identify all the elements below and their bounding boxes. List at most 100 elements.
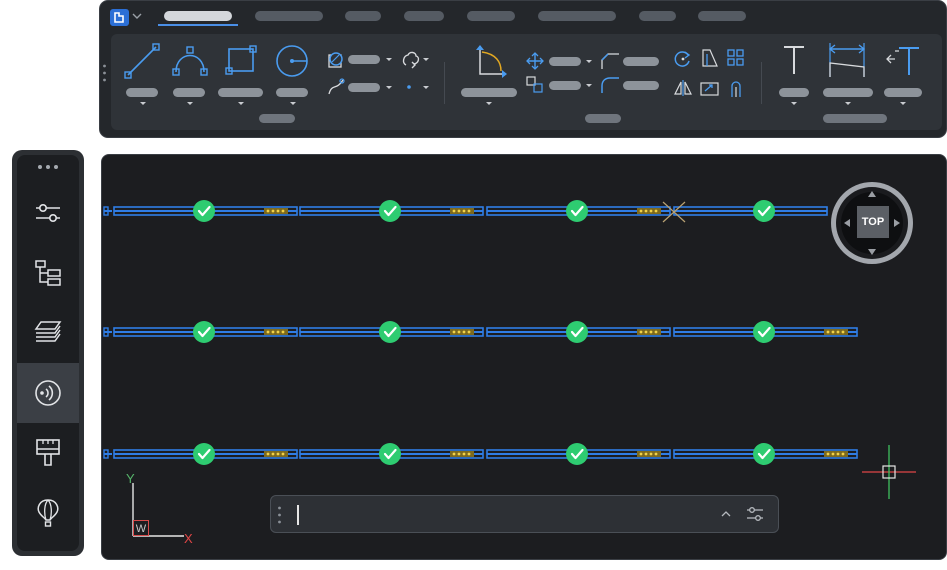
ribbon [99, 0, 947, 138]
drawing-canvas[interactable]: TOP W X Y [101, 154, 947, 560]
app-logo-icon[interactable] [110, 9, 129, 26]
text-tool-dropdown-icon[interactable] [790, 101, 798, 107]
text-style-tool-icon[interactable] [885, 43, 921, 77]
beam-tag-dot [276, 452, 280, 456]
rectangle-tool-dropdown-icon[interactable] [237, 101, 245, 107]
hatch-tool-label [348, 55, 380, 64]
point-tool-icon[interactable] [403, 81, 415, 93]
beam-tag-dot [271, 452, 275, 456]
move-tool-dropdown-icon[interactable] [485, 101, 493, 107]
text-style-dropdown-icon[interactable] [899, 101, 907, 107]
app-menu-chevron-icon[interactable] [131, 10, 143, 22]
check-status-icon [379, 200, 401, 222]
beam-tag-dot [266, 330, 270, 334]
beam-tag-dot [452, 209, 456, 213]
stretch-tool-icon[interactable] [700, 79, 720, 97]
beam-tag-dot [654, 209, 658, 213]
crosshair-cursor [862, 445, 916, 499]
line-tool-dropdown-icon[interactable] [139, 101, 147, 107]
beam-tag-dot [649, 209, 653, 213]
ribbon-tab-8[interactable] [698, 11, 746, 21]
beam-tag-dot [281, 330, 285, 334]
dimension-tool-icon[interactable] [826, 41, 868, 79]
scale-tool-icon[interactable] [700, 48, 720, 68]
spline-tool-dropdown-icon[interactable] [385, 85, 393, 91]
dimension-tool-label [823, 88, 873, 97]
arc-tool-icon[interactable] [171, 42, 209, 80]
arc-tool-dropdown-icon[interactable] [186, 101, 194, 107]
command-line-grip-icon[interactable] [277, 505, 282, 525]
toolbar-more-icon[interactable] [36, 163, 60, 171]
ribbon-grip-icon[interactable] [102, 63, 107, 83]
beam-tag-dot [826, 452, 830, 456]
sidebar-item-structure[interactable] [17, 243, 79, 303]
command-history-chevron-icon[interactable] [720, 508, 732, 520]
circle-tool-dropdown-icon[interactable] [289, 101, 297, 107]
offset-tool-icon[interactable] [727, 78, 745, 98]
revision-cloud-icon[interactable] [400, 49, 422, 71]
hatch-tool-icon[interactable] [326, 50, 346, 70]
ucs-icon: W X Y [122, 469, 202, 549]
spline-tool-icon[interactable] [326, 77, 346, 97]
rotate-tool-icon[interactable] [673, 49, 693, 69]
sidebar-item-paint[interactable] [17, 423, 79, 483]
sidebar-item-balloon[interactable] [17, 483, 79, 543]
rectangle-tool-icon[interactable] [223, 43, 259, 79]
balloon-icon [37, 499, 59, 527]
check-status-icon [379, 321, 401, 343]
check-status-icon [379, 443, 401, 465]
text-tool-icon[interactable] [779, 42, 809, 78]
beam-tag-dot [281, 209, 285, 213]
fillet-tool-icon[interactable] [600, 52, 620, 70]
beam-tag-dot [649, 452, 653, 456]
check-status-icon [193, 443, 215, 465]
ribbon-tab-5[interactable] [467, 11, 515, 21]
command-settings-icon[interactable] [746, 506, 764, 522]
beam-tag-dot [836, 452, 840, 456]
viewcube[interactable]: TOP [827, 178, 917, 268]
annotation-group-label [823, 114, 887, 123]
paint-brush-icon [36, 439, 60, 466]
move-arrows-icon[interactable] [526, 52, 544, 70]
beam-tag-dot [841, 452, 845, 456]
hatch-tool-dropdown-icon[interactable] [385, 57, 393, 63]
ribbon-tab-6[interactable] [538, 11, 616, 21]
mirror-tool-icon[interactable] [673, 78, 693, 98]
line-tool-icon[interactable] [123, 42, 161, 80]
copy-dropdown-icon[interactable] [585, 83, 593, 89]
array-tool-icon[interactable] [727, 49, 745, 67]
dimension-tool-dropdown-icon[interactable] [844, 101, 852, 107]
move-tool-icon[interactable] [468, 42, 508, 82]
sidebar-item-properties[interactable] [17, 183, 79, 243]
bimify-icon [35, 380, 61, 406]
chamfer-tool-icon[interactable] [600, 76, 620, 94]
point-tool-dropdown-icon[interactable] [422, 85, 430, 91]
beam-tag-dot [271, 209, 275, 213]
revision-cloud-dropdown-icon[interactable] [422, 57, 430, 63]
copy-tool-icon[interactable] [526, 76, 544, 94]
ribbon-tab-4[interactable] [404, 11, 444, 21]
chamfer-label [623, 81, 659, 90]
check-status-icon [566, 200, 588, 222]
move-dropdown-icon[interactable] [585, 59, 593, 65]
ribbon-tab-7[interactable] [639, 11, 676, 21]
sidebar-item-bimify[interactable] [17, 363, 79, 423]
check-status-icon [753, 443, 775, 465]
beam-tag-dot [654, 330, 658, 334]
beam-tag-dot [462, 330, 466, 334]
ribbon-tab-home[interactable] [164, 11, 232, 21]
line-tool-label [126, 88, 158, 97]
ribbon-tab-3[interactable] [345, 11, 381, 21]
beam-tag-dot [467, 330, 471, 334]
beam-tag-dot [831, 330, 835, 334]
beam-tag-dot [654, 452, 658, 456]
viewcube-top-face[interactable]: TOP [857, 206, 889, 238]
circle-tool-icon[interactable] [273, 42, 311, 80]
sidebar-item-layers[interactable] [17, 303, 79, 363]
circle-tool-label [276, 88, 308, 97]
ribbon-tab-2[interactable] [255, 11, 323, 21]
beam-tag-dot [276, 330, 280, 334]
modify-group-label [585, 114, 621, 123]
command-input[interactable] [293, 504, 693, 524]
check-status-icon [753, 200, 775, 222]
